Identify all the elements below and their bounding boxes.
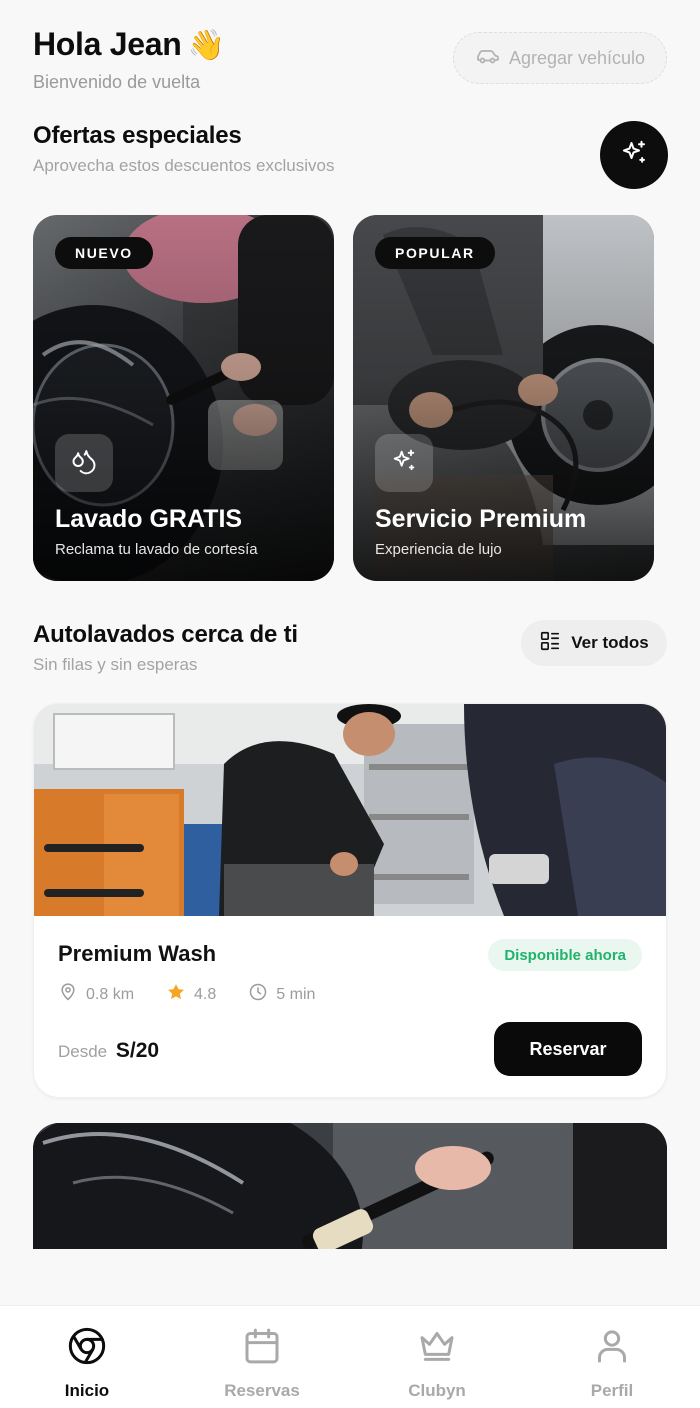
sparkles-icon [619, 138, 649, 173]
user-icon [592, 1326, 632, 1371]
add-vehicle-label: Agregar vehículo [508, 47, 646, 68]
view-all-label: Ver todos [571, 633, 649, 652]
welcome-subtitle: Bienvenido de vuelta [33, 72, 201, 92]
offer-card-free-wash[interactable]: NUEVO Lavado GRATIS Reclama tu lavado de… [33, 215, 334, 581]
droplets-icon [70, 447, 98, 480]
offer-description: Experiencia de lujo [375, 541, 502, 558]
price-value: S/20 [115, 1039, 160, 1062]
nav-item-reservas[interactable]: Reservas [192, 1326, 332, 1401]
home-screen: Hola Jean 👋 Bienvenido de vuelta Agregar … [0, 0, 700, 1408]
offer-icon-box [55, 434, 113, 492]
carwash-meta: 0.8 km 4.8 5 min [58, 982, 315, 1007]
offers-sparkle-button[interactable] [600, 121, 668, 189]
add-vehicle-button[interactable]: Agregar vehículo [453, 32, 667, 84]
greeting-text: Hola Jean [33, 26, 182, 62]
nav-item-clubyn[interactable]: Clubyn [367, 1326, 507, 1401]
view-all-button[interactable]: Ver todos [521, 620, 667, 666]
nav-item-inicio[interactable]: Inicio [17, 1326, 157, 1401]
offer-card-premium-service[interactable]: POPULAR Servicio Premium Experiencia de … [353, 215, 654, 581]
calendar-icon [242, 1326, 282, 1371]
offers-subtitle: Aprovecha estos descuentos exclusivos [33, 156, 335, 175]
carwash-photo [34, 704, 666, 916]
carwash-price: Desde S/20 [58, 1039, 159, 1063]
sparkles-icon [390, 447, 418, 480]
status-badge: Disponible ahora [488, 939, 642, 971]
carwash-photo [33, 1123, 667, 1249]
crown-icon [417, 1326, 457, 1371]
wave-emoji: 👋 [187, 29, 225, 62]
offer-tag: POPULAR [375, 237, 495, 269]
nearby-subtitle: Sin filas y sin esperas [33, 655, 198, 674]
clock-icon [248, 982, 268, 1007]
carwash-wait-time: 5 min [276, 985, 316, 1003]
offer-title: Lavado GRATIS [55, 505, 243, 533]
nav-label: Perfil [590, 1381, 634, 1400]
carwash-name: Premium Wash [58, 941, 217, 966]
nav-label: Reservas [224, 1381, 300, 1400]
car-icon [475, 47, 499, 70]
carwash-card[interactable]: Premium Wash Disponible ahora 0.8 km 4.8 [33, 703, 667, 1098]
price-prefix: Desde [58, 1042, 108, 1061]
nav-item-perfil[interactable]: Perfil [542, 1326, 682, 1401]
offer-title: Servicio Premium [375, 505, 587, 533]
carwash-card-partial[interactable] [33, 1123, 667, 1249]
reserve-button[interactable]: Reservar [494, 1022, 642, 1076]
star-icon [166, 982, 186, 1007]
carwash-distance: 0.8 km [86, 985, 135, 1003]
offer-icon-box [375, 434, 433, 492]
carwash-rating: 4.8 [194, 985, 217, 1003]
offer-description: Reclama tu lavado de cortesía [55, 541, 258, 558]
list-grid-icon [539, 630, 561, 657]
location-pin-icon [58, 982, 78, 1007]
home-chrome-icon [67, 1326, 107, 1371]
offers-title: Ofertas especiales [33, 122, 242, 149]
greeting-title: Hola Jean 👋 [33, 26, 225, 63]
nav-label: Clubyn [408, 1381, 466, 1400]
offer-tag: NUEVO [55, 237, 153, 269]
nearby-title: Autolavados cerca de ti [33, 621, 298, 648]
nav-label: Inicio [64, 1381, 110, 1400]
bottom-navigation: Inicio Reservas Clubyn Perfil [0, 1305, 700, 1408]
